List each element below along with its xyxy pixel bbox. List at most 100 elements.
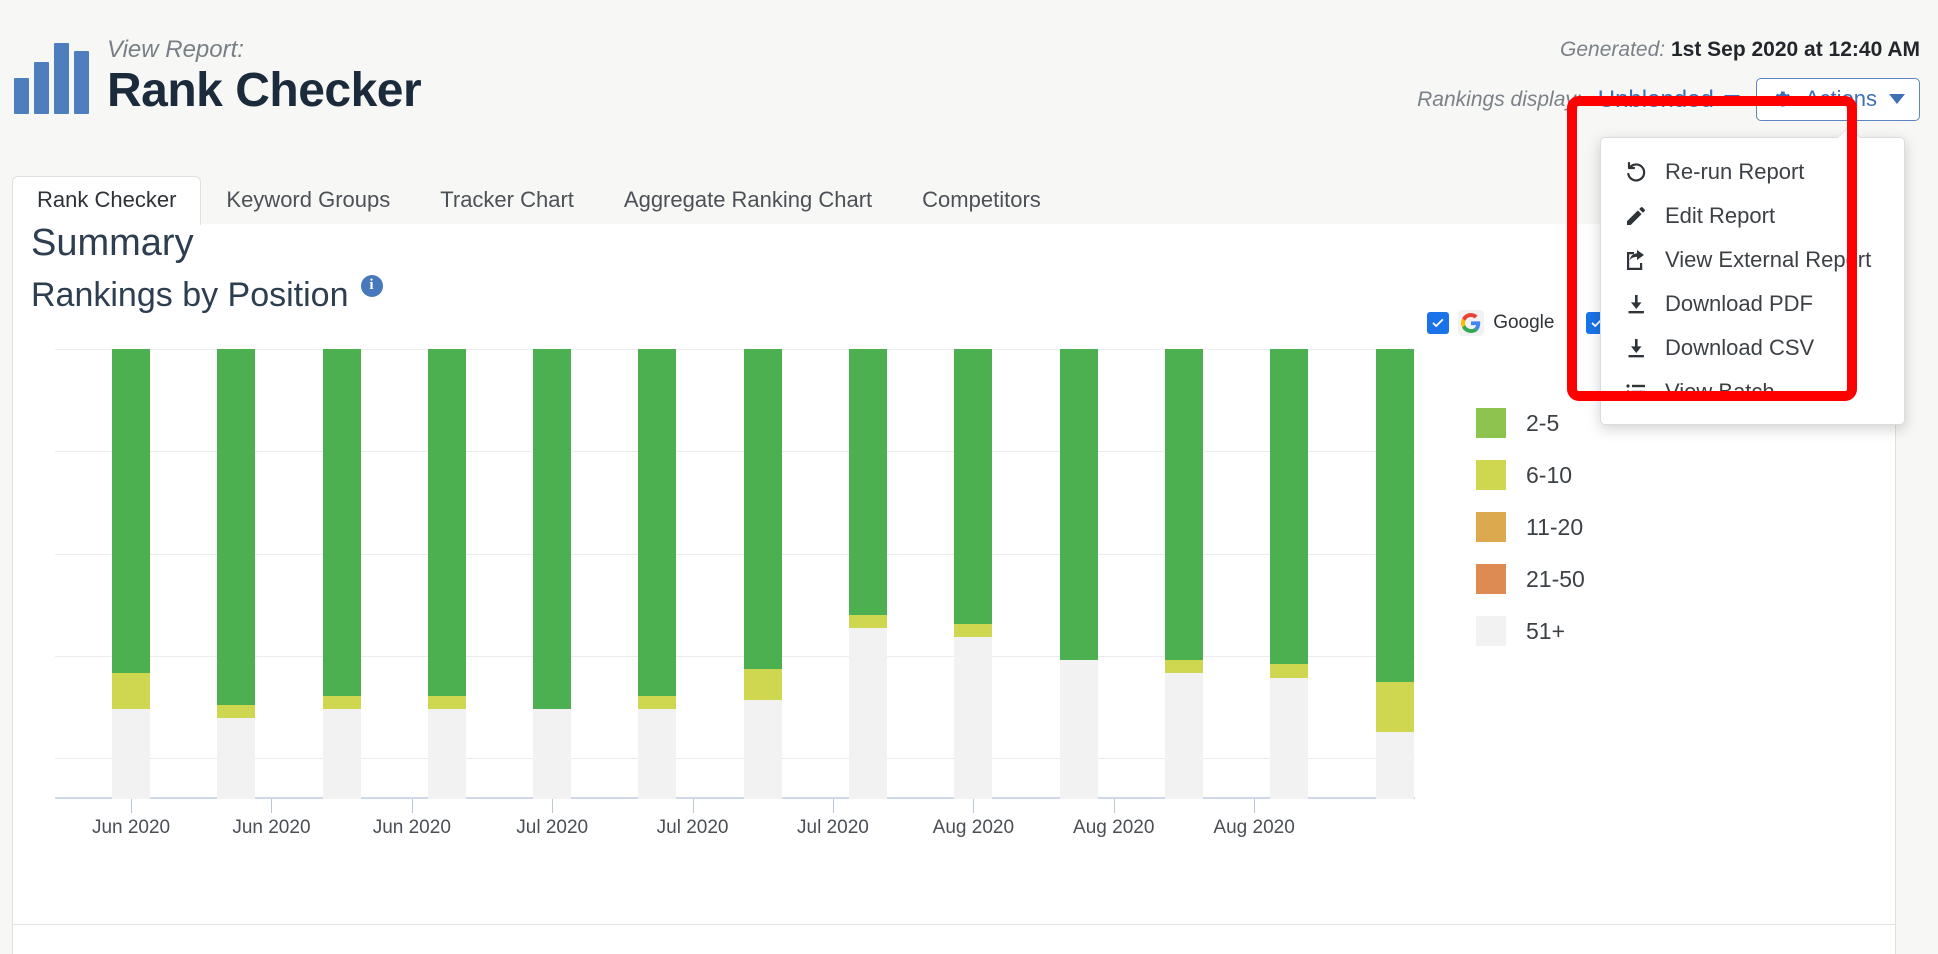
chart-x-tick [1113, 799, 1115, 813]
chart-bar[interactable] [1059, 349, 1098, 799]
chart-bar-segment [849, 628, 888, 799]
chart-bar-segment [112, 709, 151, 799]
chart-legend-swatch [1476, 564, 1506, 594]
chart-bar[interactable] [533, 349, 572, 799]
download-icon [1623, 336, 1649, 360]
chart-x-label: Aug 2020 [932, 817, 1015, 838]
chart-baseline [55, 797, 1415, 799]
chart-bar[interactable] [954, 349, 993, 799]
chevron-down-icon [1889, 94, 1905, 104]
chart-bar-segment [322, 349, 361, 696]
chart-bar[interactable] [427, 349, 466, 799]
menu-item-download-pdf[interactable]: Download PDF [1601, 282, 1904, 326]
menu-item-label: Download PDF [1665, 291, 1813, 316]
chevron-down-icon [1723, 94, 1740, 105]
chart-bar-segment [1270, 349, 1309, 664]
chart-bar-segment [638, 349, 677, 696]
chart-bar-segment [1270, 664, 1309, 678]
chart-bar-segment [322, 709, 361, 799]
chart-bar-segment [217, 349, 256, 705]
chart-bar-segment [427, 695, 466, 709]
checkbox-google[interactable] [1427, 312, 1450, 334]
generated-label: Generated: [1560, 38, 1666, 61]
card-footer [12, 924, 1896, 954]
tab-competitors[interactable]: Competitors [897, 176, 1066, 225]
chart-x-tick [131, 799, 133, 813]
chart-bar-segment [217, 704, 256, 718]
chart-x-label: Jul 2020 [516, 817, 589, 838]
menu-item-label: Edit Report [1665, 203, 1776, 228]
rankings-display-select[interactable]: Unblended [1598, 86, 1740, 114]
chart-bar[interactable] [217, 349, 256, 799]
chart-x-label: Jun 2020 [232, 817, 311, 838]
chart-bar-segment [1375, 682, 1414, 732]
chart-bar-segment [533, 349, 572, 709]
chart-bar-segment [954, 637, 993, 799]
chart-legend-item[interactable]: 2-5 [1476, 397, 1585, 449]
tab-rank-checker[interactable]: Rank Checker [12, 176, 202, 225]
chart-bar[interactable] [638, 349, 677, 799]
tab-aggregate-ranking-chart[interactable]: Aggregate Ranking Chart [599, 176, 897, 225]
chart-legend-label: 51+ [1526, 617, 1566, 644]
chart-x-label: Jun 2020 [91, 817, 171, 838]
chart-x-tick [411, 799, 413, 813]
chart-bar-segment [427, 709, 466, 799]
chart-legend-item[interactable]: 51+ [1476, 605, 1585, 657]
menu-item-re-run-report[interactable]: Re-run Report [1601, 150, 1904, 194]
info-icon[interactable]: i [360, 274, 383, 297]
chart-legend-label: 2-5 [1526, 409, 1560, 436]
chart-bar-segment [217, 718, 256, 799]
engine-filter-google[interactable]: Google [1427, 310, 1554, 336]
chart-x-label: Aug 2020 [1213, 817, 1295, 838]
chart-legend-swatch [1476, 460, 1506, 490]
chart-x-tick [832, 799, 834, 813]
chart-bar[interactable] [112, 349, 151, 799]
chart-bar-segment [1164, 673, 1203, 799]
chart-legend-label: 11-20 [1526, 513, 1584, 540]
chart-bar[interactable] [322, 349, 361, 799]
chart-x-tick [692, 799, 694, 813]
chart-bar[interactable] [1164, 349, 1203, 799]
rankings-display-label: Rankings display: [1417, 87, 1582, 111]
chart-bar[interactable] [849, 349, 888, 799]
bar-chart-logo-icon [14, 42, 89, 115]
google-icon [1458, 310, 1485, 336]
chart-x-tick [1254, 799, 1256, 813]
chart-legend-item[interactable]: 11-20 [1476, 501, 1585, 553]
chart-x-tick [973, 799, 975, 813]
chart-gridline [55, 758, 1415, 760]
menu-item-edit-report[interactable]: Edit Report [1601, 194, 1904, 238]
card-divider [12, 924, 1896, 925]
tab-tracker-chart[interactable]: Tracker Chart [415, 176, 599, 225]
chart-bar-segment [1164, 349, 1203, 660]
chart-legend-item[interactable]: 6-10 [1476, 449, 1585, 501]
chart-legend-swatch [1476, 408, 1506, 438]
gear-icon [1775, 91, 1791, 107]
actions-button[interactable]: Actions [1755, 78, 1920, 121]
chart-bar[interactable] [1270, 349, 1309, 799]
chart-gridline [55, 553, 1415, 555]
chart-gridline [55, 655, 1415, 657]
chart-bar[interactable] [1375, 349, 1414, 799]
tab-keyword-groups[interactable]: Keyword Groups [201, 176, 415, 225]
chart-x-label: Jul 2020 [797, 817, 869, 838]
menu-item-view-batch[interactable]: View Batch [1601, 370, 1904, 414]
title-block: View Report: Rank Checker [107, 36, 422, 116]
chart-bar[interactable] [743, 349, 782, 799]
menu-item-label: Download CSV [1665, 335, 1815, 360]
chart-legend-item[interactable]: 21-50 [1476, 553, 1585, 605]
chart-bar-segment [1375, 731, 1414, 799]
rankings-by-position-chart: Jun 2020 Jun 2020 Jun 2020 Jul 2020 Jul 2020… [31, 349, 1871, 849]
chart-gridline [55, 349, 1415, 350]
generated-value: 1st Sep 2020 at 12:40 AM [1670, 38, 1920, 61]
menu-item-download-csv[interactable]: Download CSV [1601, 326, 1904, 370]
report-eyebrow: View Report: [107, 36, 244, 63]
menu-item-label: View Batch [1665, 379, 1775, 404]
chart-plot-area: Jun 2020 Jun 2020 Jun 2020 Jul 2020 Jul 2020… [55, 349, 1415, 838]
section-heading: Rankings by Position i [31, 274, 383, 315]
actions-dropdown-menu: Re-run Report Edit Report View External … [1600, 137, 1905, 425]
chart-bar-segment [1059, 659, 1098, 799]
pencil-icon [1623, 204, 1649, 228]
menu-item-view-external-report[interactable]: View External Report [1601, 238, 1904, 282]
rankings-display-row: Rankings display: Unblended Actions [1417, 78, 1920, 121]
